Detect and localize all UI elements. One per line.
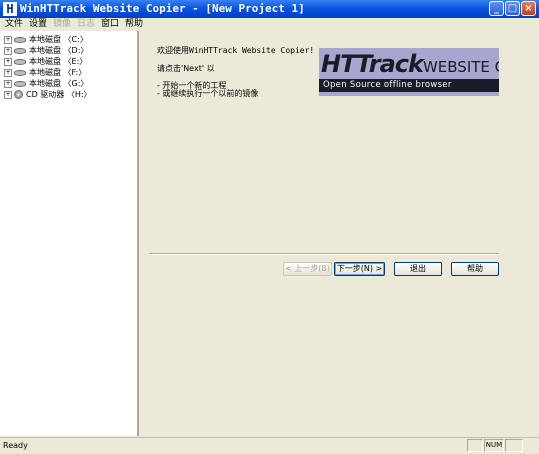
expand-icon[interactable]: + bbox=[4, 35, 12, 44]
title-bar[interactable]: H WinHTTrack Website Copier - [New Proje… bbox=[0, 0, 539, 18]
tree-item-label: 本地磁盘 〈E:〉 bbox=[29, 57, 88, 66]
menu-file[interactable]: 文件 bbox=[5, 18, 23, 30]
status-bar: Ready NUM bbox=[0, 437, 539, 454]
logo-tagline: Open Source offline browser bbox=[323, 80, 452, 90]
tree-item-drive-d[interactable]: + 本地磁盘 〈D:〉 bbox=[4, 46, 88, 56]
tree-item-label: 本地磁盘 〈F:〉 bbox=[29, 68, 87, 77]
option-continue-mirror: - 或继续执行一个以前的镜像 bbox=[157, 89, 259, 98]
logo-big-text: HTTrack bbox=[321, 50, 424, 78]
expand-icon[interactable]: + bbox=[4, 90, 12, 99]
hard-drive-icon bbox=[14, 58, 26, 65]
tree-item-label: 本地磁盘 〈C:〉 bbox=[29, 35, 88, 44]
cd-drive-icon bbox=[14, 90, 23, 99]
close-button[interactable]: × bbox=[521, 1, 536, 16]
expand-icon[interactable]: + bbox=[4, 46, 12, 55]
drive-tree-pane: + 本地磁盘 〈C:〉 + 本地磁盘 〈D:〉 + 本地磁盘 〈E:〉 + 本地磁盘 〈… bbox=[0, 31, 139, 436]
tree-item-label: 本地磁盘 〈G:〉 bbox=[29, 79, 89, 88]
status-panel-scroll bbox=[505, 439, 523, 452]
expand-icon[interactable]: + bbox=[4, 79, 12, 88]
tree-item-drive-g[interactable]: + 本地磁盘 〈G:〉 bbox=[4, 79, 88, 89]
back-button[interactable]: < 上一步(B) bbox=[283, 262, 332, 276]
menu-help[interactable]: 帮助 bbox=[125, 18, 143, 30]
status-panel-num: NUM bbox=[484, 439, 504, 452]
wizard-pane: 欢迎使用WinHTTrack Website Copier! 请点击'Next'… bbox=[141, 31, 539, 436]
tree-item-drive-h[interactable]: + CD 驱动器 〈H:〉 bbox=[4, 90, 92, 100]
status-panel-caps bbox=[467, 439, 483, 452]
help-button[interactable]: 帮助 bbox=[451, 262, 499, 276]
tree-item-drive-e[interactable]: + 本地磁盘 〈E:〉 bbox=[4, 57, 87, 67]
hard-drive-icon bbox=[14, 80, 26, 87]
window-title: WinHTTrack Website Copier - [New Project… bbox=[20, 2, 305, 15]
menu-mirror[interactable]: 镜像 bbox=[53, 18, 71, 30]
tree-item-label: 本地磁盘 〈D:〉 bbox=[29, 46, 89, 55]
menu-settings[interactable]: 设置 bbox=[29, 18, 47, 30]
minimize-button[interactable]: _ bbox=[489, 1, 504, 16]
logo-small-text: WEBSITE COPIER bbox=[422, 58, 499, 76]
instruction-text: 请点击'Next' 以 bbox=[157, 64, 215, 73]
menu-bar: 文件 设置 镜像 日志 窗口 帮助 bbox=[0, 18, 539, 30]
hard-drive-icon bbox=[14, 36, 26, 43]
tree-item-drive-f[interactable]: + 本地磁盘 〈F:〉 bbox=[4, 68, 86, 78]
tree-item-drive-c[interactable]: + 本地磁盘 〈C:〉 bbox=[4, 35, 88, 45]
hard-drive-icon bbox=[14, 47, 26, 54]
expand-icon[interactable]: + bbox=[4, 57, 12, 66]
button-separator bbox=[149, 253, 499, 255]
httrack-logo: HTTrackWEBSITE COPIER Open Source offlin… bbox=[319, 48, 499, 96]
exit-button[interactable]: 退出 bbox=[394, 262, 442, 276]
menu-window[interactable]: 窗口 bbox=[101, 18, 119, 30]
welcome-text: 欢迎使用WinHTTrack Website Copier! bbox=[157, 46, 315, 55]
tree-item-label: CD 驱动器 〈H:〉 bbox=[26, 90, 92, 99]
logo-title: HTTrackWEBSITE COPIER bbox=[321, 49, 499, 82]
app-icon[interactable]: H bbox=[3, 2, 17, 16]
expand-icon[interactable]: + bbox=[4, 68, 12, 77]
status-text: Ready bbox=[3, 441, 28, 450]
next-button[interactable]: 下一步(N) > bbox=[334, 262, 385, 276]
maximize-button[interactable]: □ bbox=[505, 1, 520, 16]
menu-log[interactable]: 日志 bbox=[77, 18, 95, 30]
hard-drive-icon bbox=[14, 69, 26, 76]
